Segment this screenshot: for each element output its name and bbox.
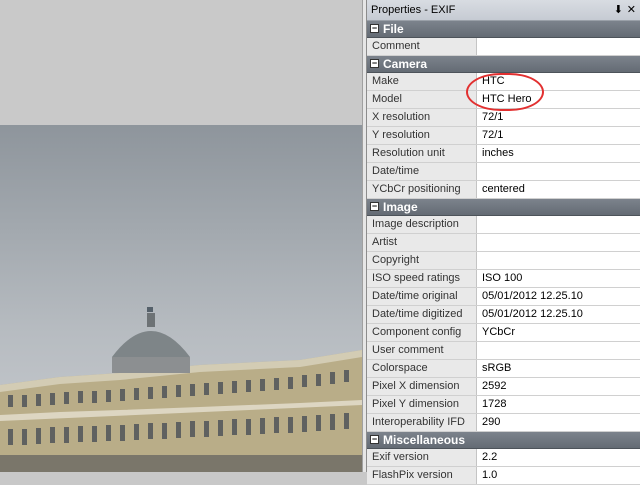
property-name: Y resolution (367, 127, 477, 144)
property-name: Image description (367, 216, 477, 233)
property-value[interactable]: 1728 (477, 396, 640, 413)
property-row[interactable]: Model HTC Hero (367, 91, 640, 109)
collapse-icon[interactable]: − (370, 24, 379, 33)
property-row[interactable]: Exif version 2.2 (367, 449, 640, 467)
property-value[interactable] (477, 234, 640, 251)
property-row[interactable]: Date/time digitized 05/01/2012 12.25.10 (367, 306, 640, 324)
section-title: Image (383, 200, 418, 214)
property-row[interactable]: Date/time (367, 163, 640, 181)
section-miscellaneous[interactable]: − Miscellaneous (367, 432, 640, 449)
property-name: Colorspace (367, 360, 477, 377)
property-name: Make (367, 73, 477, 90)
property-value[interactable]: inches (477, 145, 640, 162)
property-value[interactable]: HTC (477, 73, 640, 90)
property-name: Artist (367, 234, 477, 251)
property-name: Date/time digitized (367, 306, 477, 323)
property-value[interactable]: 1.0 (477, 467, 640, 484)
property-row[interactable]: Pixel Y dimension 1728 (367, 396, 640, 414)
property-value[interactable]: 2592 (477, 378, 640, 395)
section-image[interactable]: − Image (367, 199, 640, 216)
property-row[interactable]: Y resolution 72/1 (367, 127, 640, 145)
collapse-icon[interactable]: − (370, 202, 379, 211)
property-row[interactable]: Date/time original 05/01/2012 12.25.10 (367, 288, 640, 306)
property-value[interactable]: 05/01/2012 12.25.10 (477, 288, 640, 305)
property-name: Interoperability IFD (367, 414, 477, 431)
property-name: Comment (367, 38, 477, 55)
panel-titlebar: Properties - EXIF ⬇ ✕ (367, 0, 640, 21)
property-value[interactable] (477, 38, 640, 55)
property-name: Date/time original (367, 288, 477, 305)
property-row[interactable]: User comment (367, 342, 640, 360)
close-icon[interactable]: ✕ (627, 0, 636, 20)
property-name: FlashPix version (367, 467, 477, 484)
property-row[interactable]: Copyright (367, 252, 640, 270)
collapse-icon[interactable]: − (370, 435, 379, 444)
photo-image (0, 125, 362, 472)
property-row[interactable]: ISO speed ratings ISO 100 (367, 270, 640, 288)
property-value[interactable] (477, 163, 640, 180)
property-value[interactable]: 72/1 (477, 109, 640, 126)
property-value[interactable]: YCbCr (477, 324, 640, 341)
section-title: File (383, 22, 404, 36)
property-value[interactable]: HTC Hero (477, 91, 640, 108)
property-value[interactable]: 05/01/2012 12.25.10 (477, 306, 640, 323)
property-row[interactable]: YCbCr positioning centered (367, 181, 640, 199)
property-row[interactable]: Resolution unit inches (367, 145, 640, 163)
property-value[interactable]: 2.2 (477, 449, 640, 466)
property-name: Copyright (367, 252, 477, 269)
property-name: Pixel X dimension (367, 378, 477, 395)
property-value[interactable] (477, 252, 640, 269)
property-name: Date/time (367, 163, 477, 180)
property-row[interactable]: Make HTC (367, 73, 640, 91)
collapse-icon[interactable]: − (370, 59, 379, 68)
property-value[interactable] (477, 342, 640, 359)
property-name: Exif version (367, 449, 477, 466)
panel-title: Properties - EXIF (371, 4, 456, 16)
property-name: X resolution (367, 109, 477, 126)
property-row[interactable]: FlashPix version 1.0 (367, 467, 640, 485)
section-title: Miscellaneous (383, 433, 466, 447)
property-name: ISO speed ratings (367, 270, 477, 287)
property-row[interactable]: X resolution 72/1 (367, 109, 640, 127)
property-name: Pixel Y dimension (367, 396, 477, 413)
property-row[interactable]: Artist (367, 234, 640, 252)
property-row[interactable]: Component config YCbCr (367, 324, 640, 342)
property-row[interactable]: Image description (367, 216, 640, 234)
section-title: Camera (383, 57, 428, 71)
property-value[interactable]: sRGB (477, 360, 640, 377)
property-row[interactable]: Pixel X dimension 2592 (367, 378, 640, 396)
property-value[interactable]: centered (477, 181, 640, 198)
image-viewer[interactable] (0, 0, 364, 472)
properties-panel: Properties - EXIF ⬇ ✕ − File Comment − C… (366, 0, 640, 485)
property-value[interactable]: 72/1 (477, 127, 640, 144)
section-file[interactable]: − File (367, 21, 640, 38)
property-row[interactable]: Comment (367, 38, 640, 56)
property-value[interactable] (477, 216, 640, 233)
property-name: User comment (367, 342, 477, 359)
pin-icon[interactable]: ⬇ (614, 0, 623, 20)
section-camera[interactable]: − Camera (367, 56, 640, 73)
property-name: YCbCr positioning (367, 181, 477, 198)
property-row[interactable]: Interoperability IFD 290 (367, 414, 640, 432)
property-value[interactable]: 290 (477, 414, 640, 431)
property-name: Model (367, 91, 477, 108)
property-name: Component config (367, 324, 477, 341)
photo-preview (0, 125, 362, 472)
property-row[interactable]: Colorspace sRGB (367, 360, 640, 378)
property-name: Resolution unit (367, 145, 477, 162)
property-value[interactable]: ISO 100 (477, 270, 640, 287)
